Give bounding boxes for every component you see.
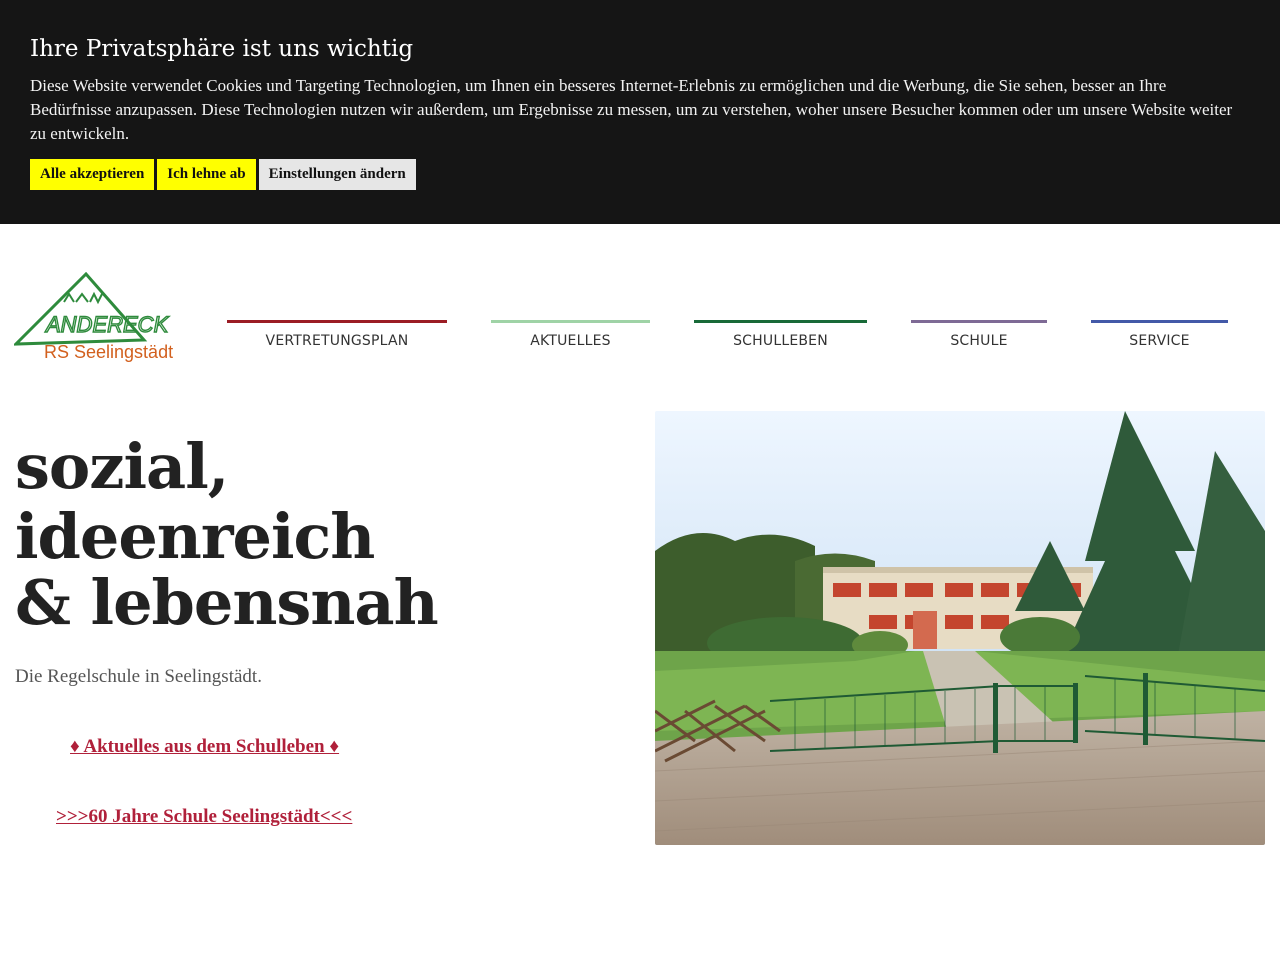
hero-line-3: & lebensnah xyxy=(15,566,439,639)
nav-item-vertretungsplan[interactable]: VERTRETUNGSPLAN xyxy=(227,320,447,356)
sixty-years-link[interactable]: >>>60 Jahre Schule Seelingstädt<<< xyxy=(56,806,352,828)
hero-subtitle: Die Regelschule in Seelingstädt. xyxy=(15,666,262,687)
hero-line-2: ideenreich xyxy=(15,500,375,573)
nav-bar-aktuelles xyxy=(491,320,650,323)
main-nav: VERTRETUNGSPLAN AKTUELLES SCHULLEBEN SCH… xyxy=(0,320,1280,360)
nav-label: SERVICE xyxy=(1129,333,1190,349)
logo-roof-lines xyxy=(63,291,103,305)
hero-line-1: sozial, xyxy=(15,430,229,503)
change-settings-button[interactable]: Einstellungen ändern xyxy=(258,159,416,190)
nav-item-service[interactable]: SERVICE xyxy=(1091,320,1228,356)
nav-item-aktuelles[interactable]: AKTUELLES xyxy=(491,320,650,356)
nav-label: VERTRETUNGSPLAN xyxy=(265,333,409,349)
cookie-title: Ihre Privatsphäre ist uns wichtig xyxy=(30,36,414,62)
cookie-buttons: Alle akzeptieren Ich lehne ab Einstellun… xyxy=(30,159,1250,190)
nav-label: SCHULE xyxy=(950,333,1008,349)
aktuelles-schulleben-link[interactable]: ♦ Aktuelles aus dem Schulleben ♦ xyxy=(70,736,339,758)
decline-button[interactable]: Ich lehne ab xyxy=(157,159,256,190)
nav-item-schulleben[interactable]: SCHULLEBEN xyxy=(694,320,867,356)
nav-item-schule[interactable]: SCHULE xyxy=(911,320,1047,356)
nav-bar-vertretungsplan xyxy=(227,320,447,323)
nav-bar-schule xyxy=(911,320,1047,323)
cookie-text: Diese Website verwendet Cookies und Targ… xyxy=(30,76,1233,143)
school-photo-graphic xyxy=(655,411,1265,845)
nav-bar-service xyxy=(1091,320,1228,323)
accept-all-button[interactable]: Alle akzeptieren xyxy=(30,159,155,190)
cookie-banner: Ihre Privatsphäre ist uns wichtig Diese … xyxy=(0,0,1280,224)
nav-label: AKTUELLES xyxy=(530,333,611,349)
school-photo xyxy=(655,411,1265,845)
nav-label: SCHULLEBEN xyxy=(733,333,828,349)
nav-bar-schulleben xyxy=(694,320,867,323)
hero-title: sozial, ideenreich & lebensnah xyxy=(15,430,439,639)
